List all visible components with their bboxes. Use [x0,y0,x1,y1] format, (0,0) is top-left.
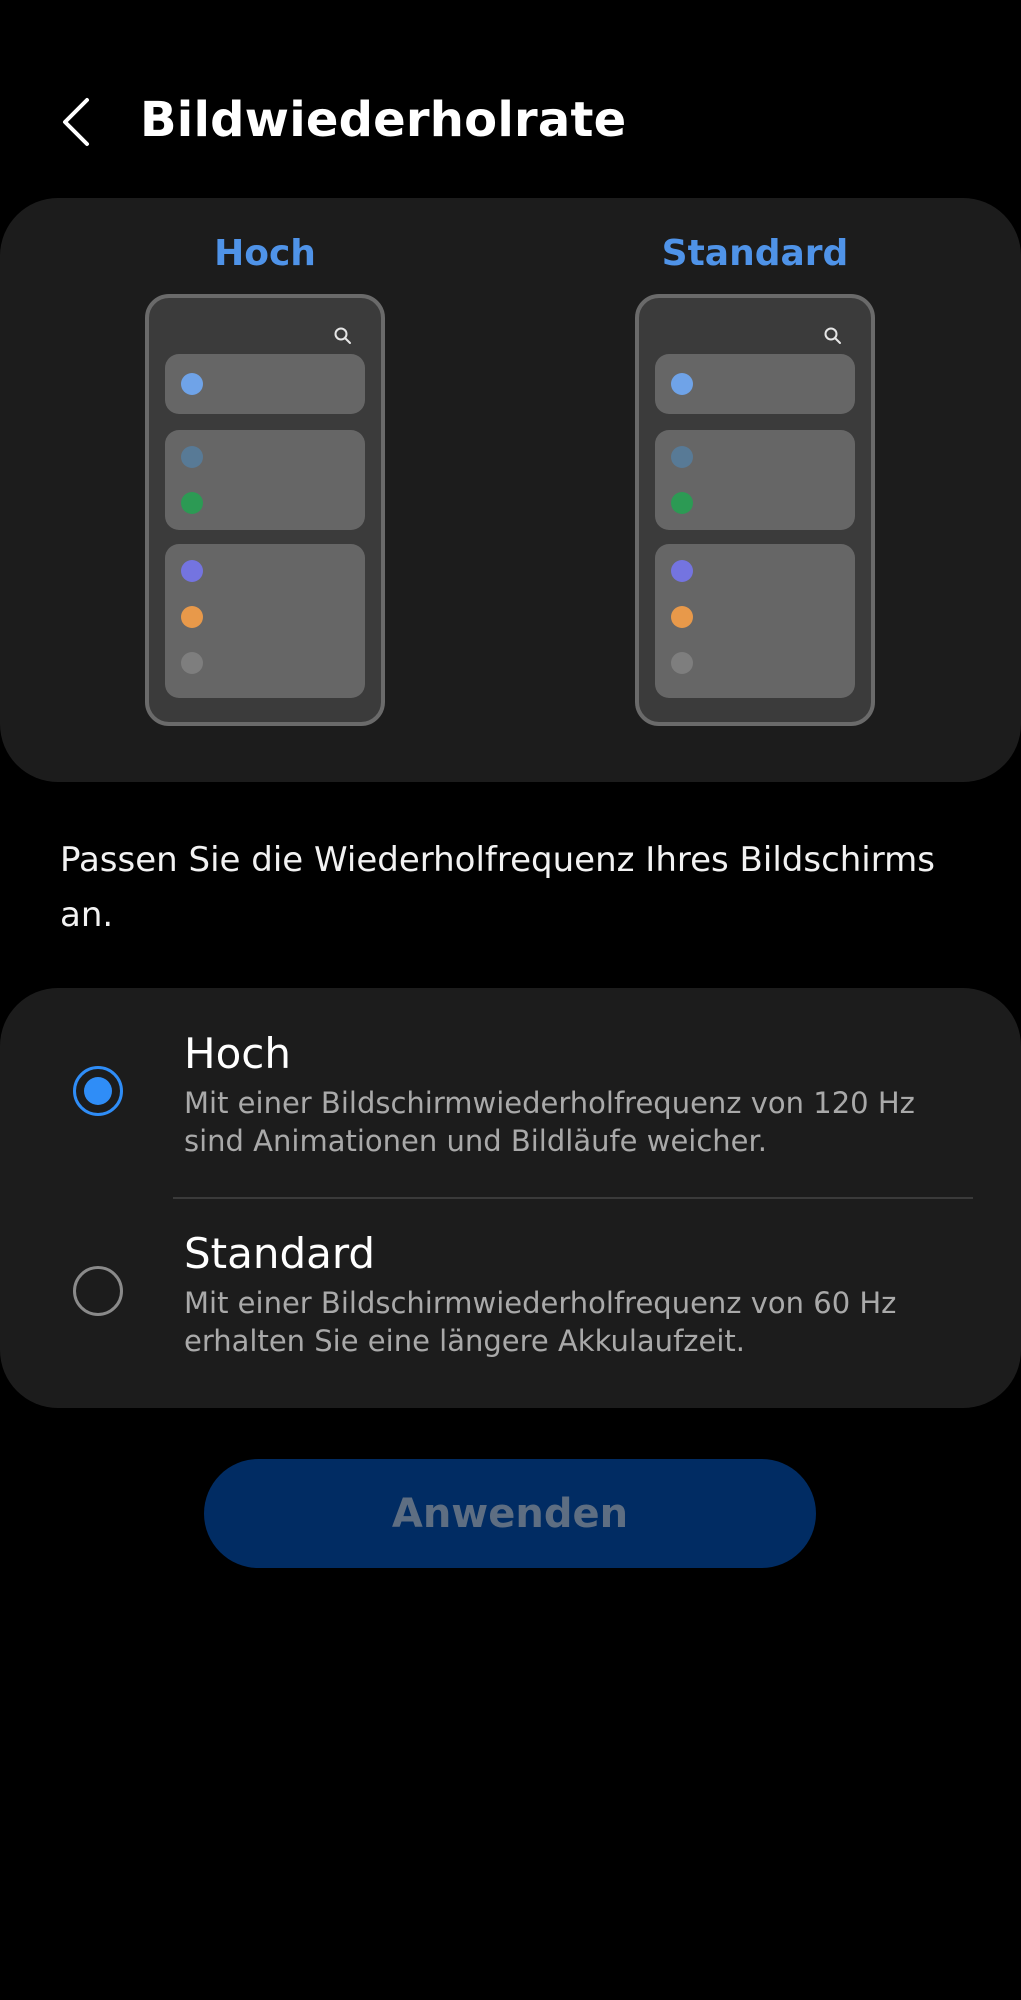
color-dot [671,373,693,395]
apply-button[interactable]: Anwenden [204,1459,816,1568]
color-dot [181,446,203,468]
option-high[interactable]: Hoch Mit einer Bildschirmwiederholfreque… [0,988,1021,1198]
refresh-rate-preview-card: Hoch Standard [0,198,1021,782]
color-dot [671,446,693,468]
color-dot [181,606,203,628]
option-title: Standard [184,1229,376,1278]
radio-button-selected[interactable] [73,1066,123,1116]
mini-list-card [655,354,855,414]
option-description: Mit einer Bildschirmwiederholfrequenz vo… [184,1286,897,1358]
phone-illustration-standard [635,294,875,726]
radio-button-unselected[interactable] [73,1266,123,1316]
color-dot [671,652,693,674]
app-header: Bildwiederholrate [0,70,1021,174]
search-icon [334,327,351,344]
mini-list-card [165,354,365,414]
color-dot [671,560,693,582]
mini-list-card [165,430,365,530]
mini-list-card [655,430,855,530]
mini-list-card [165,544,365,698]
page-title: Bildwiederholrate [140,92,627,148]
description-text: Passen Sie die Wiederholfrequenz Ihres B… [60,840,935,935]
chevron-left-icon [63,98,89,146]
color-dot [671,492,693,514]
apply-button-label: Anwenden [391,1490,629,1537]
color-dot [181,560,203,582]
search-icon [824,327,841,344]
color-dot [181,652,203,674]
preview-label-standard: Standard [661,233,849,274]
preview-label-high: Hoch [214,233,316,274]
color-dot [181,492,203,514]
option-title: Hoch [184,1029,291,1078]
refresh-rate-options: Hoch Mit einer Bildschirmwiederholfreque… [0,988,1021,1408]
option-description: Mit einer Bildschirmwiederholfrequenz vo… [184,1086,915,1158]
color-dot [671,606,693,628]
mini-list-card [655,544,855,698]
color-dot [181,373,203,395]
phone-illustration-high [145,294,385,726]
back-button[interactable] [44,90,108,154]
option-standard[interactable]: Standard Mit einer Bildschirmwiederholfr… [0,1198,1021,1408]
